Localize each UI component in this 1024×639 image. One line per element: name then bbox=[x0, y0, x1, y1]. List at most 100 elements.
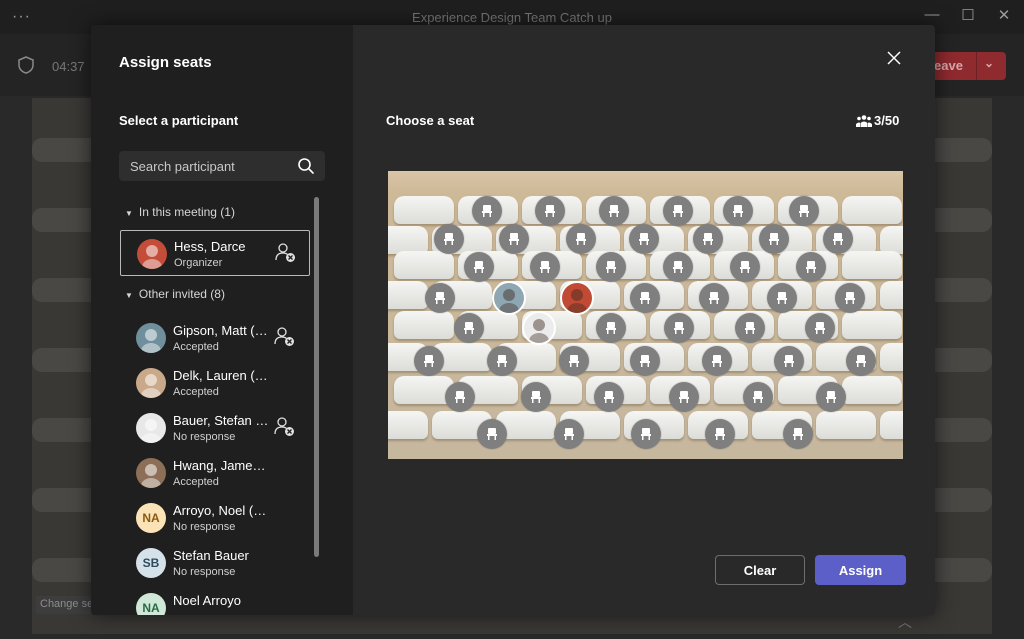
participant-item[interactable]: Bauer, Stefan 1… No response bbox=[120, 405, 310, 451]
seat-button[interactable] bbox=[663, 196, 693, 226]
seat-button[interactable] bbox=[789, 196, 819, 226]
seat-button[interactable] bbox=[477, 419, 507, 449]
close-window-button[interactable]: ✕ bbox=[990, 6, 1018, 24]
chair-icon bbox=[464, 322, 474, 334]
in-meeting-section[interactable]: ▼ In this meeting (1) bbox=[125, 205, 235, 219]
seat-button[interactable] bbox=[796, 252, 826, 282]
participant-item[interactable]: NA Arroyo, Noel (ext) No response bbox=[120, 495, 310, 541]
occupied-seat-avatar[interactable] bbox=[524, 313, 554, 343]
participant-name: Bauer, Stefan 1… bbox=[173, 413, 271, 428]
collapse-triangle-icon: ▼ bbox=[125, 209, 133, 218]
seat-map bbox=[388, 171, 903, 459]
chair-icon bbox=[639, 233, 649, 245]
seat-button[interactable] bbox=[846, 346, 876, 376]
seat-button[interactable] bbox=[414, 346, 444, 376]
remove-person-icon[interactable] bbox=[274, 416, 296, 438]
chair-icon bbox=[712, 355, 722, 367]
participant-pane: Assign seats Select a participant Search… bbox=[91, 25, 353, 615]
participant-item[interactable]: Delk, Lauren (ext) Accepted bbox=[120, 360, 310, 406]
seat-button[interactable] bbox=[630, 283, 660, 313]
seat-button[interactable] bbox=[702, 346, 732, 376]
seat-button[interactable] bbox=[693, 224, 723, 254]
participant-item[interactable]: NA Noel Arroyo bbox=[120, 585, 310, 615]
seat-button[interactable] bbox=[499, 224, 529, 254]
seat-button[interactable] bbox=[554, 419, 584, 449]
participant-item[interactable]: Gipson, Matt (… Accepted bbox=[120, 315, 310, 361]
chevron-up-icon[interactable]: ︿ bbox=[898, 612, 912, 632]
chair-background bbox=[388, 281, 428, 309]
seat-button[interactable] bbox=[663, 252, 693, 282]
seat-button[interactable] bbox=[472, 196, 502, 226]
seat-button[interactable] bbox=[743, 382, 773, 412]
minimize-button[interactable]: — bbox=[918, 6, 946, 23]
seat-button[interactable] bbox=[774, 346, 804, 376]
leave-button[interactable]: eave ⌄ bbox=[930, 52, 1006, 80]
participant-item[interactable]: Hwang, James (ext) Accepted bbox=[120, 450, 310, 496]
chair-icon bbox=[715, 428, 725, 440]
search-icon[interactable] bbox=[297, 157, 315, 175]
seat-button[interactable] bbox=[735, 313, 765, 343]
chair-icon bbox=[487, 428, 497, 440]
participant-name: Gipson, Matt (… bbox=[173, 323, 268, 338]
seat-button[interactable] bbox=[596, 313, 626, 343]
close-icon[interactable] bbox=[887, 51, 901, 65]
seat-button[interactable] bbox=[559, 346, 589, 376]
seat-button[interactable] bbox=[596, 252, 626, 282]
seat-button[interactable] bbox=[425, 283, 455, 313]
clear-button[interactable]: Clear bbox=[715, 555, 805, 585]
remove-person-icon[interactable] bbox=[275, 242, 297, 264]
seat-button[interactable] bbox=[521, 382, 551, 412]
chair-icon bbox=[569, 355, 579, 367]
participant-name: Delk, Lauren (ext) bbox=[173, 368, 271, 383]
seat-button[interactable] bbox=[669, 382, 699, 412]
seat-button[interactable] bbox=[816, 382, 846, 412]
occupied-seat-avatar[interactable] bbox=[494, 283, 524, 313]
seat-button[interactable] bbox=[594, 382, 624, 412]
seat-button[interactable] bbox=[783, 419, 813, 449]
window-title: Experience Design Team Catch up bbox=[412, 10, 612, 25]
chair-icon bbox=[745, 322, 755, 334]
search-input[interactable]: Search participant bbox=[119, 151, 325, 181]
collapse-triangle-icon: ▼ bbox=[125, 291, 133, 300]
chair-icon bbox=[806, 261, 816, 273]
seat-button[interactable] bbox=[629, 224, 659, 254]
chair-icon bbox=[545, 205, 555, 217]
seat-button[interactable] bbox=[823, 224, 853, 254]
seat-button[interactable] bbox=[664, 313, 694, 343]
seat-button[interactable] bbox=[454, 313, 484, 343]
seat-button[interactable] bbox=[566, 224, 596, 254]
seat-button[interactable] bbox=[599, 196, 629, 226]
seat-button[interactable] bbox=[705, 419, 735, 449]
seat-button[interactable] bbox=[445, 382, 475, 412]
change-seat-button[interactable]: Change se bbox=[36, 596, 92, 614]
seat-button[interactable] bbox=[730, 252, 760, 282]
chair-icon bbox=[444, 233, 454, 245]
seat-button[interactable] bbox=[530, 252, 560, 282]
seat-button[interactable] bbox=[805, 313, 835, 343]
seat-button[interactable] bbox=[723, 196, 753, 226]
chair-icon bbox=[474, 261, 484, 273]
participant-item[interactable]: Hess, Darce Organizer bbox=[120, 230, 310, 276]
chair-icon bbox=[455, 391, 465, 403]
assign-button[interactable]: Assign bbox=[815, 555, 906, 585]
other-invited-section[interactable]: ▼ Other invited (8) bbox=[125, 287, 225, 301]
seat-button[interactable] bbox=[535, 196, 565, 226]
seat-button[interactable] bbox=[630, 346, 660, 376]
seat-button[interactable] bbox=[434, 224, 464, 254]
seat-button[interactable] bbox=[631, 419, 661, 449]
chevron-down-icon[interactable]: ⌄ bbox=[984, 56, 994, 70]
occupied-seat-avatar[interactable] bbox=[562, 283, 592, 313]
seat-button[interactable] bbox=[464, 252, 494, 282]
seat-button[interactable] bbox=[487, 346, 517, 376]
participant-item[interactable]: SB Stefan Bauer No response bbox=[120, 540, 310, 586]
maximize-button[interactable]: ☐ bbox=[954, 6, 982, 24]
seat-button[interactable] bbox=[699, 283, 729, 313]
participant-list-scrollbar[interactable] bbox=[314, 197, 319, 557]
seat-button[interactable] bbox=[835, 283, 865, 313]
chair-background bbox=[388, 411, 428, 439]
participant-status: No response bbox=[173, 566, 236, 578]
seat-count-value: 3/50 bbox=[874, 113, 900, 128]
seat-button[interactable] bbox=[759, 224, 789, 254]
remove-person-icon[interactable] bbox=[274, 326, 296, 348]
seat-button[interactable] bbox=[767, 283, 797, 313]
